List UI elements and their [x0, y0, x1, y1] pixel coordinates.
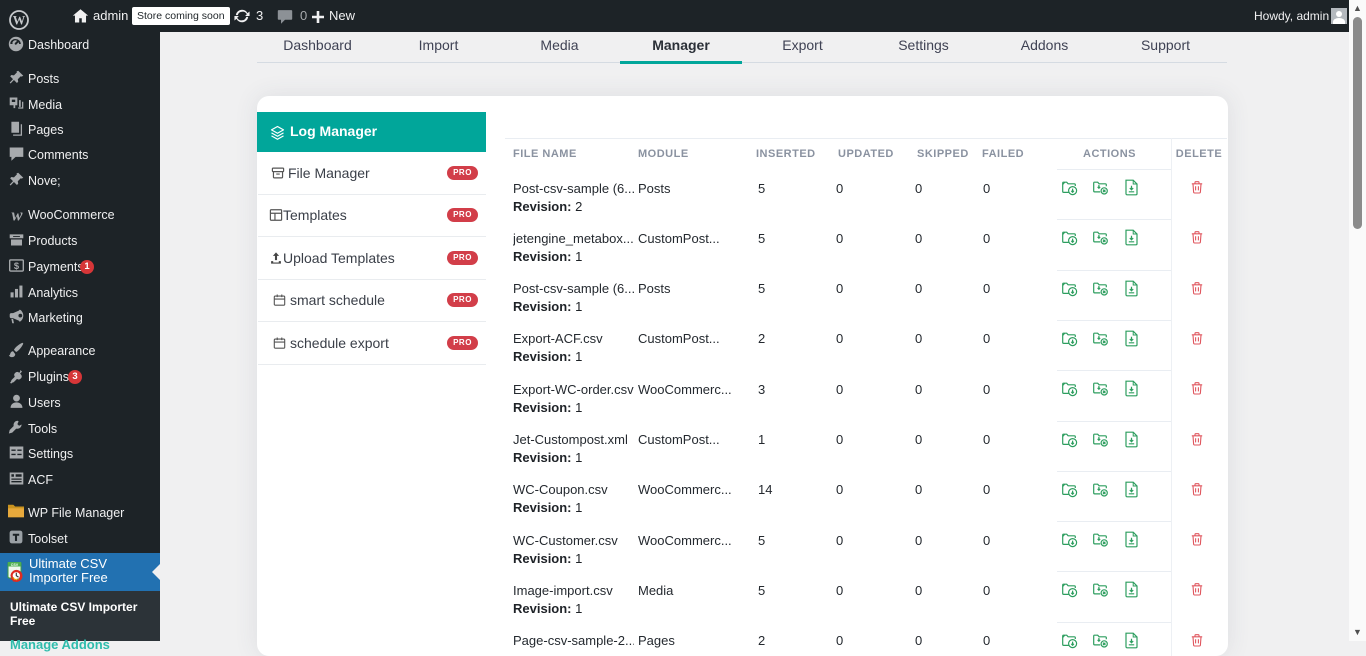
svg-text:W: W: [13, 13, 26, 27]
svg-text:w: w: [11, 207, 23, 224]
svg-text:$: $: [13, 261, 19, 271]
svg-text:CSV: CSV: [11, 563, 19, 567]
